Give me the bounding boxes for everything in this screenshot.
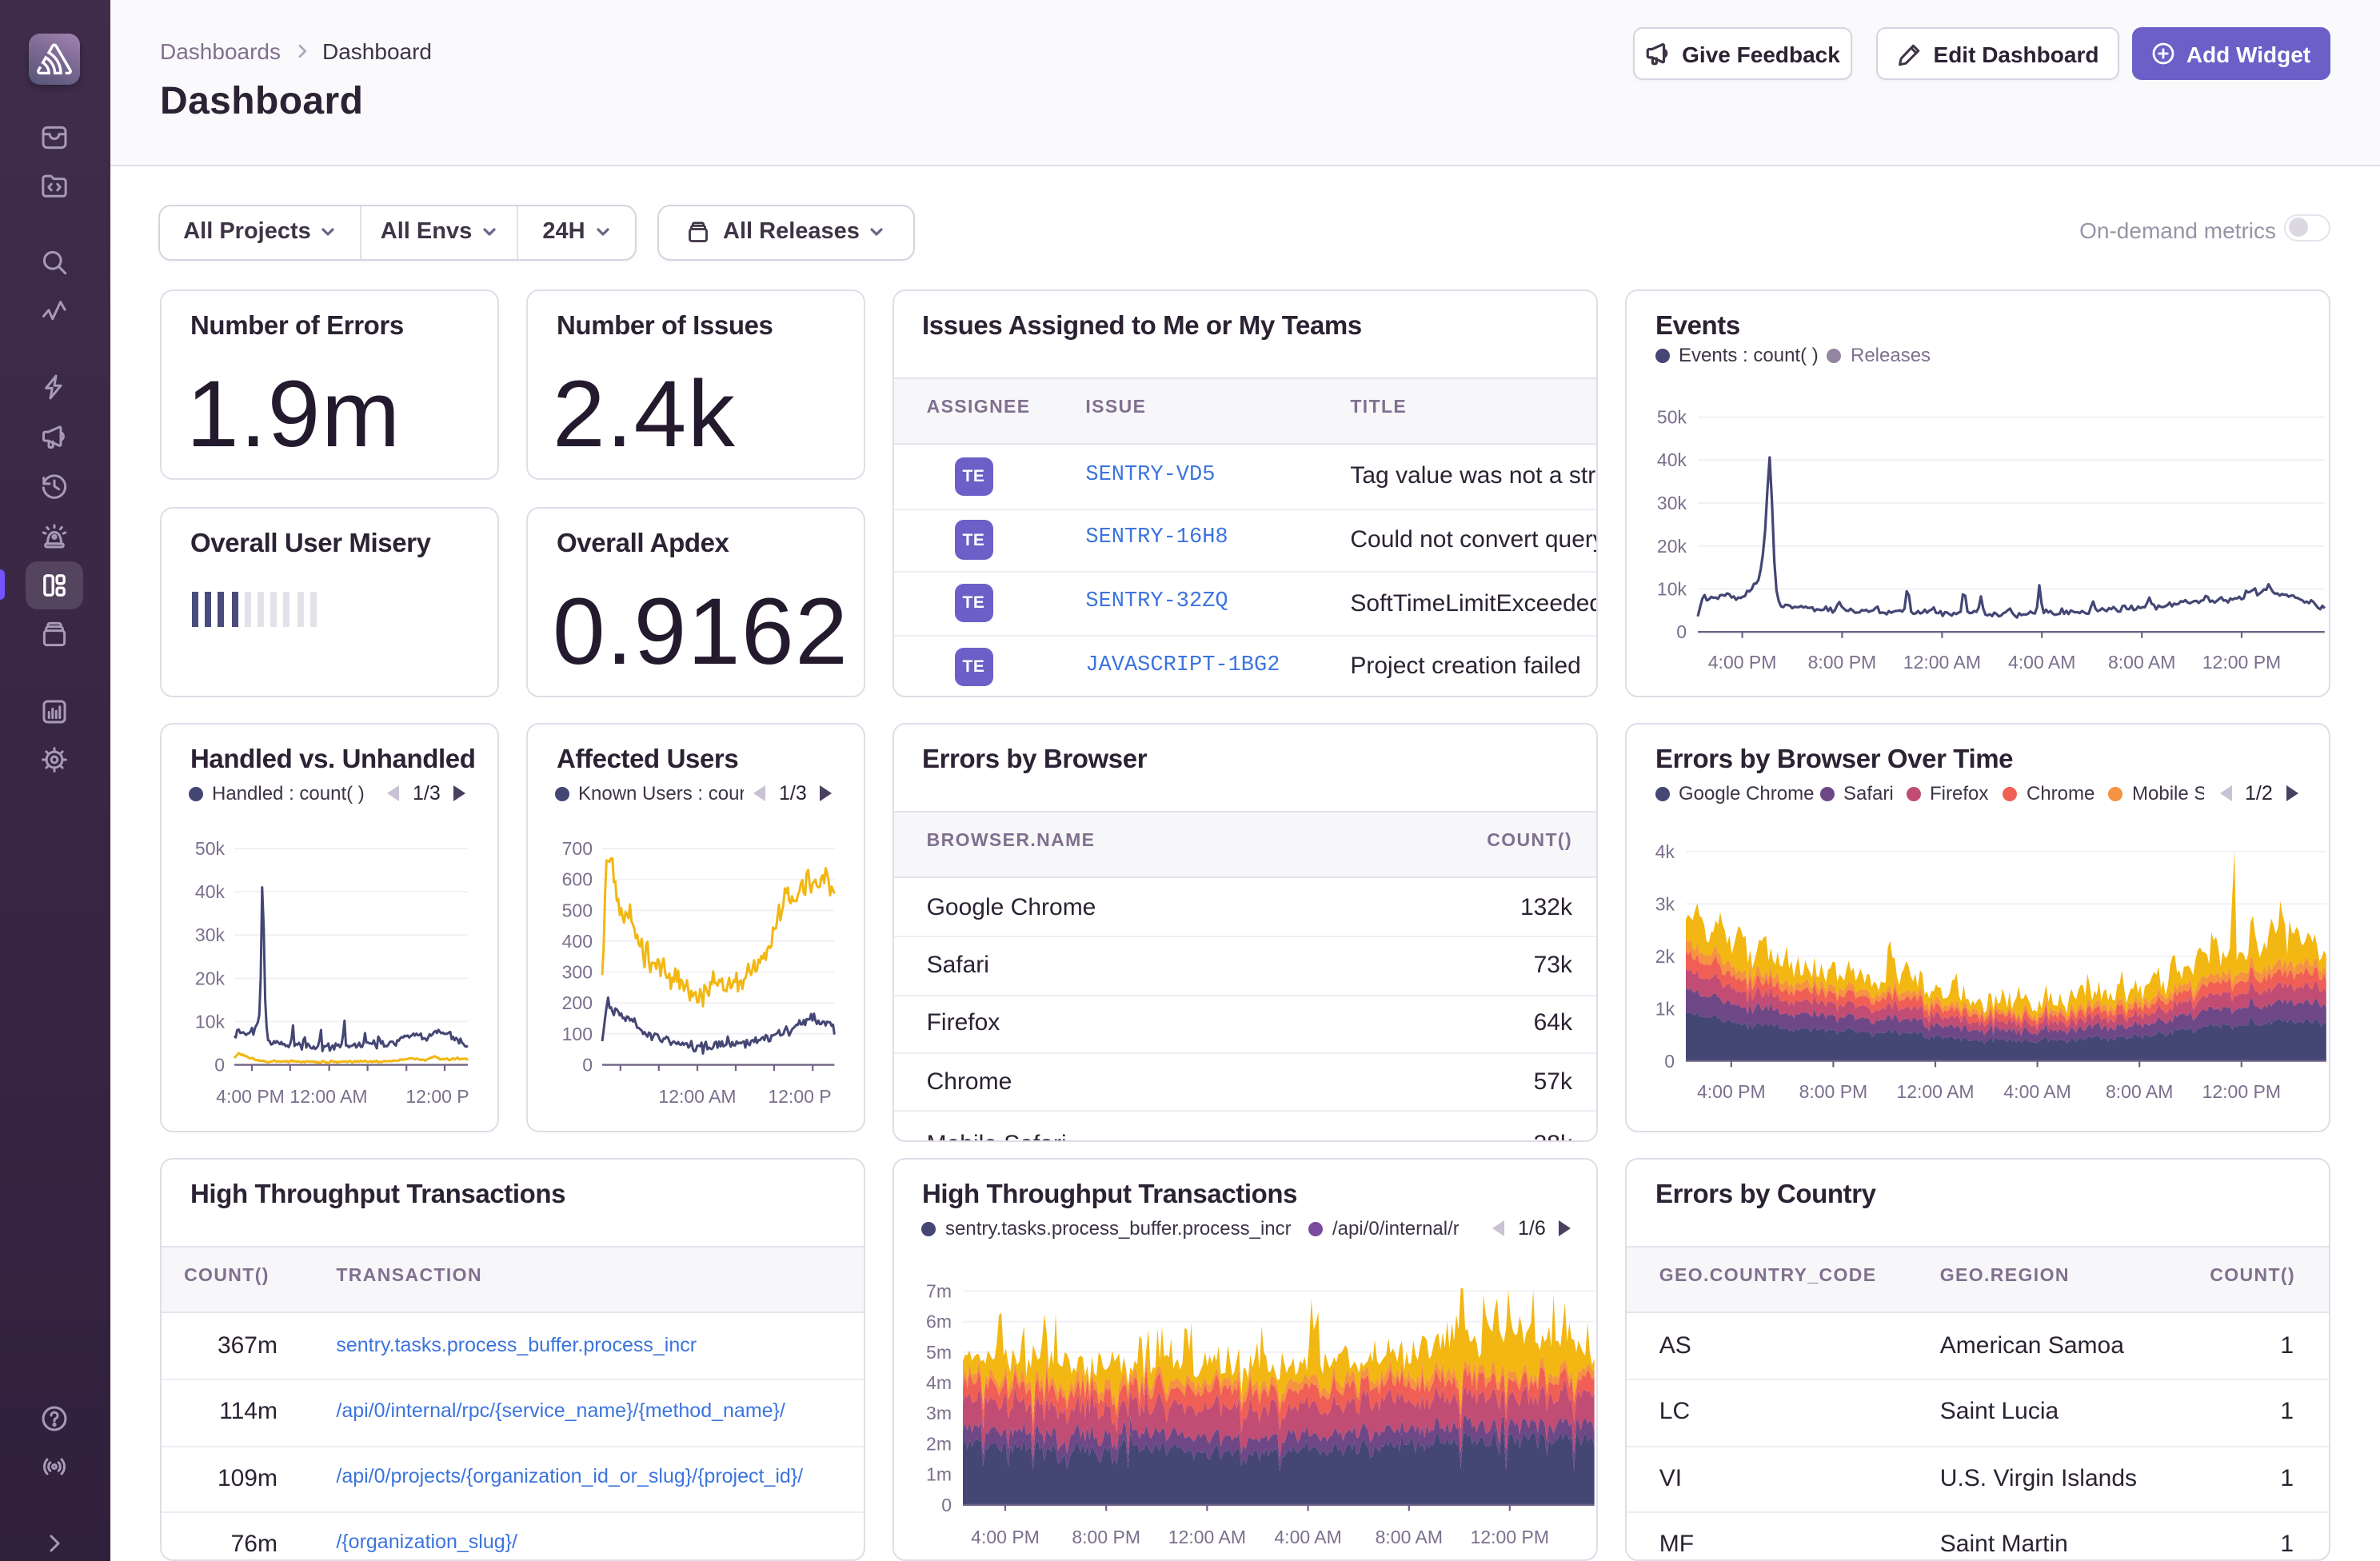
svg-text:4:00 PM: 4:00 PM — [1697, 1081, 1766, 1102]
svg-text:12:00 AM: 12:00 AM — [1896, 1081, 1974, 1102]
svg-text:4:00 AM: 4:00 AM — [1273, 1527, 1340, 1547]
svg-text:8:00 PM: 8:00 PM — [1071, 1527, 1140, 1547]
svg-text:12:00 P: 12:00 P — [405, 1086, 469, 1107]
svg-text:4:00 AM: 4:00 AM — [2003, 1081, 2071, 1102]
svg-text:0: 0 — [1664, 1051, 1675, 1072]
svg-text:12:00 P: 12:00 P — [768, 1086, 831, 1107]
svg-text:50k: 50k — [195, 838, 226, 859]
svg-text:10k: 10k — [1657, 579, 1687, 600]
svg-text:12:00 PM: 12:00 PM — [1470, 1527, 1548, 1547]
svg-text:4:00 PM: 4:00 PM — [970, 1527, 1039, 1547]
svg-text:12:00 AM: 12:00 AM — [1903, 652, 1981, 673]
svg-text:12:00 PM: 12:00 PM — [2202, 652, 2281, 673]
svg-text:2m: 2m — [925, 1433, 951, 1454]
svg-text:100: 100 — [562, 1024, 593, 1044]
svg-text:4:00 PM: 4:00 PM — [1708, 652, 1777, 673]
svg-text:8:00 AM: 8:00 AM — [2108, 652, 2175, 673]
svg-text:8:00 PM: 8:00 PM — [1808, 652, 1877, 673]
svg-text:12:00 AM: 12:00 AM — [658, 1086, 736, 1107]
svg-text:4m: 4m — [925, 1372, 951, 1393]
svg-text:7m: 7m — [925, 1280, 951, 1301]
svg-text:1k: 1k — [1655, 998, 1675, 1019]
svg-text:20k: 20k — [1657, 536, 1687, 557]
svg-text:4:00 PM: 4:00 PM — [216, 1086, 285, 1107]
svg-text:2k: 2k — [1655, 946, 1675, 967]
svg-text:500: 500 — [562, 900, 593, 920]
svg-text:12:00 PM: 12:00 PM — [2202, 1081, 2281, 1102]
svg-text:40k: 40k — [195, 881, 226, 902]
svg-text:1m: 1m — [925, 1464, 951, 1485]
svg-text:0: 0 — [1676, 621, 1687, 642]
svg-text:700: 700 — [562, 838, 593, 859]
svg-text:4:00 AM: 4:00 AM — [2008, 652, 2075, 673]
svg-text:0: 0 — [214, 1055, 225, 1076]
svg-text:30k: 30k — [1657, 493, 1687, 513]
svg-text:0: 0 — [940, 1495, 951, 1515]
svg-text:10k: 10k — [195, 1011, 226, 1032]
svg-text:12:00 AM: 12:00 AM — [1168, 1527, 1245, 1547]
svg-text:20k: 20k — [195, 968, 226, 988]
svg-text:300: 300 — [562, 962, 593, 983]
svg-text:6m: 6m — [925, 1311, 951, 1332]
svg-text:12:00 AM: 12:00 AM — [290, 1086, 367, 1107]
svg-text:50k: 50k — [1657, 407, 1687, 428]
svg-text:8:00 AM: 8:00 AM — [1375, 1527, 1442, 1547]
svg-text:5m: 5m — [925, 1342, 951, 1363]
svg-text:8:00 PM: 8:00 PM — [1799, 1081, 1868, 1102]
svg-text:4k: 4k — [1655, 841, 1675, 862]
svg-text:3k: 3k — [1655, 893, 1675, 914]
svg-text:200: 200 — [562, 992, 593, 1013]
svg-text:40k: 40k — [1657, 449, 1687, 470]
svg-text:8:00 AM: 8:00 AM — [2106, 1081, 2173, 1102]
svg-text:600: 600 — [562, 869, 593, 890]
svg-text:0: 0 — [582, 1055, 593, 1076]
svg-text:30k: 30k — [195, 924, 226, 945]
svg-text:400: 400 — [562, 931, 593, 952]
svg-text:3m: 3m — [925, 1403, 951, 1423]
